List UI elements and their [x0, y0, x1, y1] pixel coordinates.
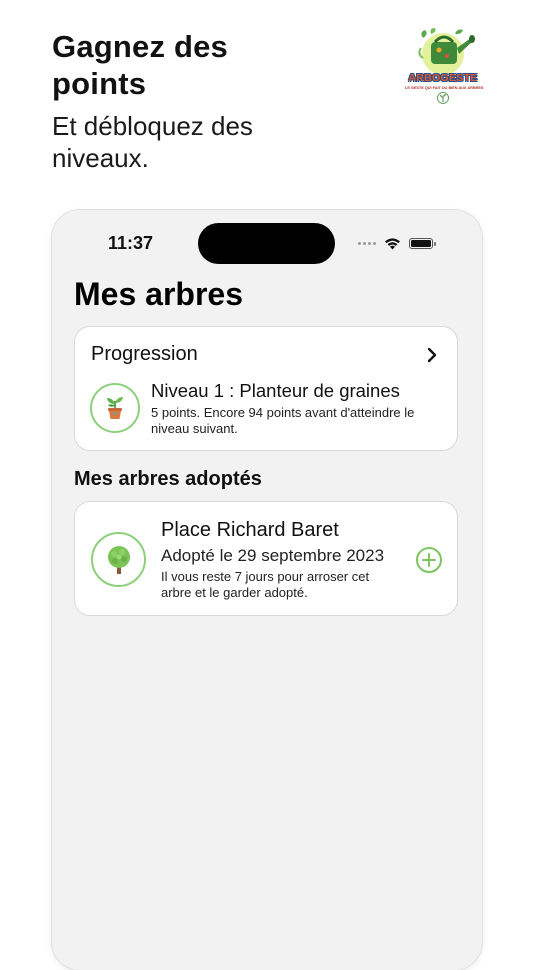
watering-can-icon — [418, 28, 475, 75]
sprout-badge-icon — [437, 92, 449, 104]
phone-mockup: 11:37 Mes arbres Progression Niveau 1: … — [52, 210, 482, 970]
level-description: 5 points. Encore 94 points avant d'attei… — [151, 405, 415, 436]
chevron-right-icon[interactable] — [425, 347, 439, 363]
screen-title: Mes arbres — [74, 276, 243, 312]
level-title: Niveau 1 : Planteur de graines — [151, 380, 400, 401]
logo-tagline: LE GESTE QUI FAIT DU BIEN AUX ARBRES — [405, 86, 484, 90]
dynamic-island — [198, 223, 335, 264]
tree-badge — [91, 532, 146, 587]
signal-dots-icon — [358, 241, 376, 245]
logo-wordmark: ARBOGESTE — [408, 72, 478, 84]
promo-subtitle: Et débloquez des niveaux. — [52, 111, 253, 173]
promo-title: Gagnez des points — [52, 29, 228, 101]
arbogeste-logo: ARBOGESTE LE GESTE QUI FAIT DU BIEN AUX … — [405, 28, 484, 106]
status-icons — [358, 236, 436, 250]
plus-circle-icon[interactable] — [415, 546, 443, 574]
tree-icon — [107, 545, 130, 574]
progression-heading: Progression — [91, 343, 198, 365]
tree-name: Place Richard Baret — [161, 519, 339, 541]
adopted-tree-card[interactable]: Place Richard Baret Adopté le 29 septemb… — [74, 501, 458, 616]
level-badge — [90, 383, 140, 433]
status-time: 11:37 — [108, 233, 154, 253]
potted-plant-icon — [107, 397, 123, 419]
wifi-icon — [385, 237, 400, 249]
progression-card[interactable]: Progression Niveau 1 : Planteur de grain… — [74, 326, 458, 451]
battery-icon — [409, 237, 436, 249]
adopted-trees-heading: Mes arbres adoptés — [74, 468, 262, 490]
tree-watering-note: Il vous reste 7 jours pour arroser cet a… — [161, 569, 370, 600]
tree-adoption-date: Adopté le 29 septembre 2023 — [161, 546, 385, 565]
